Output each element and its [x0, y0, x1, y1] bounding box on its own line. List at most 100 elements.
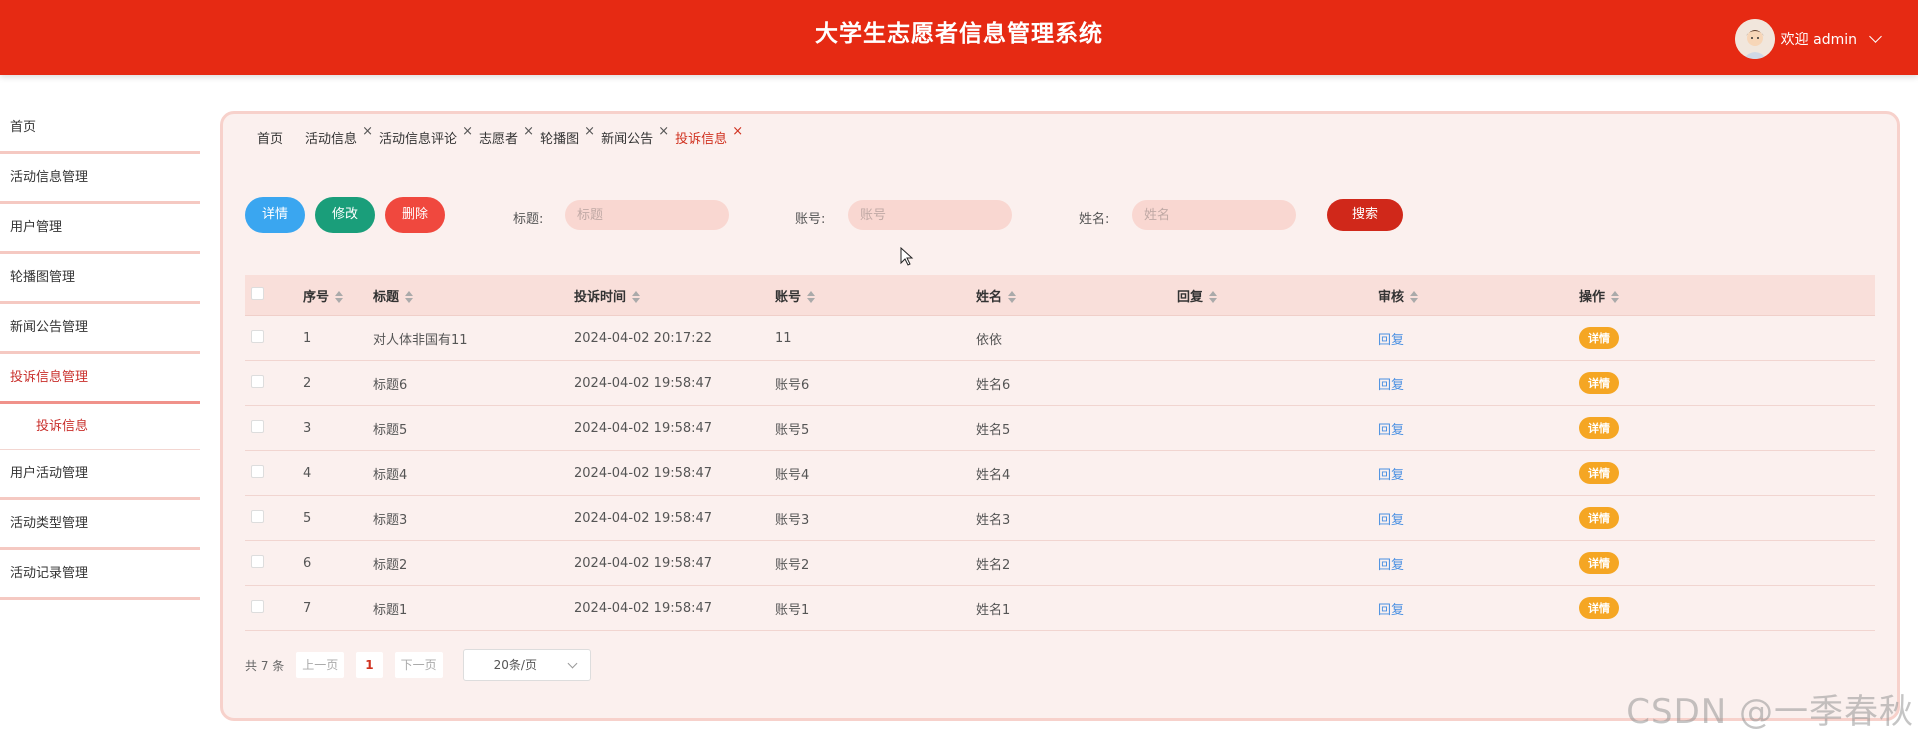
table-row[interactable]: 6 标题2 2024-04-02 19:58:47 账号2 姓名2 回复 详情: [245, 541, 1875, 586]
account-filter-label: 账号:: [795, 212, 826, 227]
cell-no: 5: [303, 510, 312, 526]
column-header-audit[interactable]: 审核: [1378, 286, 1579, 305]
tab-label: 轮播图: [540, 132, 580, 147]
sidebar-item-complaints[interactable]: 投诉信息管理: [0, 354, 200, 404]
row-checkbox[interactable]: [251, 419, 264, 433]
title-input[interactable]: [565, 200, 729, 230]
sidebar-item-user-activity[interactable]: 用户活动管理: [0, 450, 200, 500]
user-menu[interactable]: 欢迎 admin: [1734, 19, 1882, 59]
sort-icon: [1410, 291, 1419, 303]
tab-activity-info[interactable]: 活动信息 ×: [305, 124, 373, 147]
row-checkbox[interactable]: [251, 374, 264, 388]
close-icon[interactable]: ×: [732, 124, 743, 139]
row-detail-button[interactable]: 详情: [1579, 507, 1619, 529]
tab-carousel[interactable]: 轮播图 ×: [540, 124, 595, 147]
close-icon[interactable]: ×: [584, 124, 595, 139]
cursor-icon: [900, 247, 914, 266]
row-checkbox[interactable]: [251, 329, 264, 343]
reply-link[interactable]: 回复: [1378, 603, 1404, 618]
close-icon[interactable]: ×: [523, 124, 534, 139]
tab-volunteers[interactable]: 志愿者 ×: [479, 124, 534, 147]
column-header-account[interactable]: 账号: [775, 286, 976, 305]
cell-name: 姓名6: [976, 377, 1011, 393]
column-header-name[interactable]: 姓名: [976, 286, 1177, 305]
sidebar-item-activity-record[interactable]: 活动记录管理: [0, 550, 200, 600]
row-checkbox[interactable]: [251, 599, 264, 613]
pagination: 共 7 条 上一页 1 下一页 20条/页: [245, 649, 591, 681]
tab-activity-comments[interactable]: 活动信息评论 ×: [379, 124, 473, 147]
row-detail-button[interactable]: 详情: [1579, 462, 1619, 484]
sidebar-item-news[interactable]: 新闻公告管理: [0, 304, 200, 354]
account-input[interactable]: [848, 200, 1012, 230]
search-button[interactable]: 搜索: [1327, 199, 1403, 231]
table-row[interactable]: 7 标题1 2024-04-02 19:58:47 账号1 姓名1 回复 详情: [245, 586, 1875, 631]
close-icon[interactable]: ×: [362, 124, 373, 139]
name-input[interactable]: [1132, 200, 1296, 230]
cell-time: 2024-04-02 19:58:47: [574, 375, 713, 391]
total-count: 共 7 条: [245, 658, 285, 673]
page-number[interactable]: 1: [356, 652, 383, 678]
next-page-button[interactable]: 下一页: [394, 652, 443, 678]
reply-link[interactable]: 回复: [1378, 558, 1404, 573]
reply-link[interactable]: 回复: [1378, 333, 1404, 348]
reply-link[interactable]: 回复: [1378, 378, 1404, 393]
cell-no: 3: [303, 420, 312, 436]
tab-label: 活动信息: [305, 132, 358, 147]
column-header-no[interactable]: 序号: [303, 286, 373, 305]
row-detail-button[interactable]: 详情: [1579, 597, 1619, 619]
row-detail-button[interactable]: 详情: [1579, 327, 1619, 349]
column-header-reply[interactable]: 回复: [1177, 286, 1378, 305]
sidebar-item-activity-type[interactable]: 活动类型管理: [0, 500, 200, 550]
row-detail-button[interactable]: 详情: [1579, 552, 1619, 574]
cell-account: 11: [775, 330, 792, 346]
cell-title: 标题1: [373, 602, 408, 618]
close-icon[interactable]: ×: [658, 124, 669, 139]
cell-title: 标题3: [373, 512, 408, 528]
cell-time: 2024-04-02 19:58:47: [574, 465, 713, 481]
row-detail-button[interactable]: 详情: [1579, 372, 1619, 394]
sidebar-subitem-complaint-info[interactable]: 投诉信息: [0, 404, 200, 450]
row-checkbox[interactable]: [251, 464, 264, 478]
table-row[interactable]: 1 对人体非国有11 2024-04-02 20:17:22 11 依依 回复 …: [245, 316, 1875, 361]
tab-home[interactable]: 首页: [257, 128, 287, 147]
tab-news[interactable]: 新闻公告 ×: [601, 124, 669, 147]
delete-button[interactable]: 删除: [385, 197, 445, 233]
tab-complaints[interactable]: 投诉信息 ×: [675, 124, 743, 147]
row-checkbox[interactable]: [251, 509, 264, 523]
reply-link[interactable]: 回复: [1378, 513, 1404, 528]
cell-account: 账号4: [775, 467, 810, 483]
table-row[interactable]: 3 标题5 2024-04-02 19:58:47 账号5 姓名5 回复 详情: [245, 406, 1875, 451]
top-header: 大学生志愿者信息管理系统 欢迎 admin: [0, 0, 1918, 75]
row-detail-button[interactable]: 详情: [1579, 417, 1619, 439]
sidebar-item-carousel[interactable]: 轮播图管理: [0, 254, 200, 304]
sort-icon: [632, 291, 641, 303]
column-header-op[interactable]: 操作: [1579, 286, 1779, 305]
column-header-title[interactable]: 标题: [373, 286, 574, 305]
cell-time: 2024-04-02 19:58:47: [574, 510, 713, 526]
cell-account: 账号5: [775, 422, 810, 438]
detail-button[interactable]: 详情: [245, 197, 305, 233]
row-checkbox[interactable]: [251, 554, 264, 568]
cell-account: 账号3: [775, 512, 810, 528]
cell-time: 2024-04-02 19:58:47: [574, 555, 713, 571]
prev-page-button[interactable]: 上一页: [296, 652, 345, 678]
sidebar-item-activity-info[interactable]: 活动信息管理: [0, 154, 200, 204]
table-row[interactable]: 2 标题6 2024-04-02 19:58:47 账号6 姓名6 回复 详情: [245, 361, 1875, 406]
column-header-time[interactable]: 投诉时间: [574, 286, 775, 305]
cell-name: 姓名5: [976, 422, 1011, 438]
table-row[interactable]: 4 标题4 2024-04-02 19:58:47 账号4 姓名4 回复 详情: [245, 451, 1875, 496]
reply-link[interactable]: 回复: [1378, 423, 1404, 438]
cell-time: 2024-04-02 19:58:47: [574, 420, 713, 436]
reply-link[interactable]: 回复: [1378, 468, 1404, 483]
avatar-icon[interactable]: [1734, 19, 1775, 59]
cell-title: 标题5: [373, 422, 408, 438]
edit-button[interactable]: 修改: [315, 197, 375, 233]
chevron-down-icon[interactable]: [1869, 30, 1882, 43]
tab-label: 活动信息评论: [379, 132, 458, 147]
close-icon[interactable]: ×: [462, 124, 473, 139]
table-row[interactable]: 5 标题3 2024-04-02 19:58:47 账号3 姓名3 回复 详情: [245, 496, 1875, 541]
sidebar-item-users[interactable]: 用户管理: [0, 204, 200, 254]
sidebar-item-home[interactable]: 首页: [0, 104, 200, 154]
page-size-select[interactable]: 20条/页: [462, 649, 591, 681]
select-all-checkbox[interactable]: [251, 286, 264, 300]
